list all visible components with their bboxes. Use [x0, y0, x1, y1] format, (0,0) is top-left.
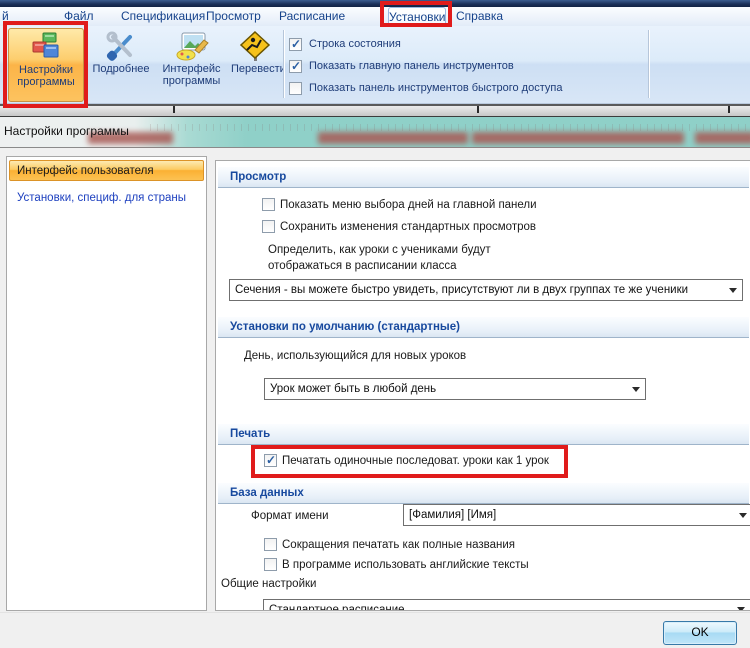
timetable-lesson-block: [695, 132, 750, 144]
general-settings-select-value: Стандартное расписание: [269, 604, 405, 611]
dialog-footer: OK: [0, 612, 750, 648]
settings-category-list: Интерфейс пользователя Установки, специф…: [6, 156, 207, 611]
ruler-tick: [173, 106, 175, 113]
ribbon-separator: [648, 30, 649, 98]
section-header-view: Просмотр: [218, 167, 749, 188]
default-day-select-value: Урок может быть в любой день: [270, 383, 436, 395]
timetable-texture: [150, 124, 750, 131]
timetable-lesson-block: [318, 132, 468, 144]
abbreviations-full-names-row: Сокращения печатать как полные названия: [264, 538, 515, 551]
section-header-print: Печать: [218, 424, 749, 445]
section-title: База данных: [230, 487, 304, 499]
details-label: Подробнее: [92, 63, 149, 75]
section-title: Печать: [230, 428, 270, 440]
tab-specification[interactable]: Спецификация: [121, 7, 205, 26]
program-interface-label: Интерфейс программы: [163, 63, 221, 87]
dropdown-arrow-icon[interactable]: [735, 506, 750, 524]
quick-access-label: Показать панель инструментов быстрого до…: [309, 82, 562, 94]
dropdown-arrow-icon[interactable]: [733, 601, 749, 611]
save-view-changes-row: Сохранить изменения стандартных просмотр…: [262, 220, 536, 233]
quick-access-toggle-row: Показать панель инструментов быстрого до…: [289, 77, 562, 99]
default-day-select[interactable]: Урок может быть в любой день: [264, 378, 646, 400]
translate-button[interactable]: Перевести: [231, 28, 279, 102]
english-texts-checkbox[interactable]: [264, 558, 277, 571]
general-settings-select[interactable]: Стандартное расписание: [263, 599, 750, 611]
ribbon-separator: [283, 30, 284, 98]
translate-roadsign-icon: [239, 31, 271, 61]
save-view-changes-checkbox[interactable]: [262, 220, 275, 233]
lessons-display-note-line1: Определить, как уроки с учениками будут: [268, 244, 491, 256]
dialog-title: Настройки программы: [4, 124, 129, 138]
general-settings-label: Общие настройки: [221, 578, 316, 590]
main-toolbar-toggle-row: Показать главную панель инструментов: [289, 55, 562, 77]
timetable-lesson-block: [472, 132, 684, 144]
ok-button[interactable]: OK: [663, 621, 737, 645]
section-title: Просмотр: [230, 171, 286, 183]
lessons-display-select[interactable]: Сечения - вы можете быстро увидеть, прис…: [229, 279, 743, 301]
english-texts-label: В программе использовать английские текс…: [282, 559, 529, 571]
program-interface-button[interactable]: Интерфейс программы: [154, 28, 229, 102]
show-day-menu-label: Показать меню выбора дней на главной пан…: [280, 199, 537, 211]
lessons-display-note-line2: отображаться в расписании класса: [268, 260, 457, 272]
english-texts-row: В программе использовать английские текс…: [264, 558, 529, 571]
name-format-label: Формат имени: [251, 510, 329, 522]
main-toolbar-checkbox[interactable]: [289, 60, 302, 73]
sidebar-item-country-settings[interactable]: Установки, специф. для страны: [9, 188, 204, 209]
settings-panel: Просмотр Показать меню выбора дней на гл…: [215, 160, 750, 611]
interface-image-icon: [175, 31, 209, 61]
annotation-box-print-checkbox: [251, 445, 568, 478]
window-title-strip: [0, 0, 750, 7]
translate-label: Перевести: [231, 63, 286, 75]
menu-tab-bar: й Файл Спецификация Просмотр Расписание …: [0, 7, 750, 26]
annotation-box-settings-button: [3, 21, 88, 108]
quick-access-checkbox[interactable]: [289, 82, 302, 95]
name-format-select-value: [Фамилия] [Имя]: [409, 509, 496, 521]
status-bar-label: Строка состояния: [309, 38, 401, 50]
name-format-select[interactable]: [Фамилия] [Имя]: [403, 504, 750, 526]
abbreviations-full-names-checkbox[interactable]: [264, 538, 277, 551]
background-ruler-band: [0, 104, 750, 117]
ribbon: Настройки программы Подробнее Интерфейс …: [0, 26, 750, 104]
ruler-tick: [477, 106, 479, 113]
section-title: Установки по умолчанию (стандартные): [230, 321, 460, 333]
section-header-defaults: Установки по умолчанию (стандартные): [218, 317, 749, 338]
tab-view[interactable]: Просмотр: [206, 7, 261, 26]
ribbon-toggle-group: Строка состояния Показать главную панель…: [289, 33, 562, 99]
save-view-changes-label: Сохранить изменения стандартных просмотр…: [280, 221, 536, 233]
lessons-display-select-value: Сечения - вы можете быстро увидеть, прис…: [235, 284, 688, 296]
ruler-tick: [728, 106, 730, 113]
dropdown-arrow-icon[interactable]: [725, 281, 741, 299]
section-header-database: База данных: [218, 483, 749, 504]
annotation-box-settings-tab: [380, 1, 452, 27]
details-button[interactable]: Подробнее: [90, 28, 152, 102]
default-day-label: День, использующийся для новых уроков: [244, 350, 466, 362]
abbreviations-full-names-label: Сокращения печатать как полные названия: [282, 539, 515, 551]
dropdown-arrow-icon[interactable]: [628, 380, 644, 398]
sidebar-item-user-interface[interactable]: Интерфейс пользователя: [9, 160, 204, 181]
tools-icon: [105, 31, 137, 61]
main-toolbar-label: Показать главную панель инструментов: [309, 60, 514, 72]
status-bar-toggle-row: Строка состояния: [289, 33, 562, 55]
dialog-body: Интерфейс пользователя Установки, специф…: [0, 148, 750, 612]
status-bar-checkbox[interactable]: [289, 38, 302, 51]
tab-help[interactable]: Справка: [456, 7, 503, 26]
show-day-menu-row: Показать меню выбора дней на главной пан…: [262, 198, 537, 211]
tab-schedule[interactable]: Расписание: [279, 7, 345, 26]
show-day-menu-checkbox[interactable]: [262, 198, 275, 211]
